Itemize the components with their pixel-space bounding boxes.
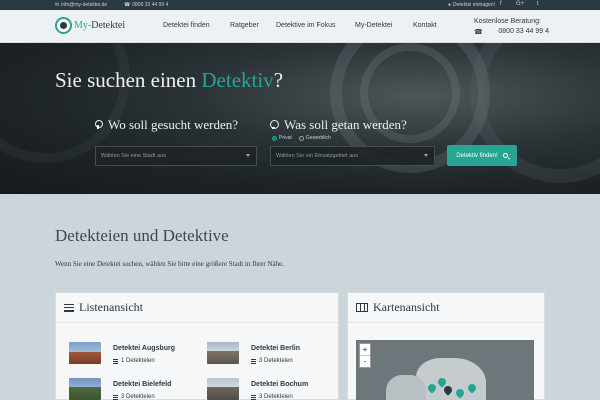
- city-thumbnail: [207, 378, 239, 400]
- city-thumbnail: [69, 378, 101, 400]
- lightbulb-icon: [270, 120, 279, 130]
- topbar-register-text: Detektei eintragen!: [453, 2, 496, 8]
- envelope-icon: ✉: [55, 1, 60, 8]
- radio-private[interactable]: Privat: [272, 135, 292, 141]
- map-view-panel: Kartenansicht + -: [347, 292, 545, 400]
- city-count: 3 Detekteien: [251, 358, 300, 364]
- city-name: Detektei Bochum: [251, 381, 309, 388]
- zoom-out-button[interactable]: -: [360, 355, 370, 367]
- list-icon: [251, 358, 256, 364]
- map-icon: [356, 303, 368, 312]
- logo[interactable]: My-Detektei: [55, 17, 125, 34]
- city-count: 3 Detekteien: [251, 394, 308, 400]
- map-canvas[interactable]: + -: [356, 340, 534, 400]
- city-card-bielefeld[interactable]: Detektei Bielefeld 3 Detekteien: [69, 378, 171, 400]
- radio-business[interactable]: Gewerblich: [298, 135, 331, 141]
- phone-icon: ☎: [474, 29, 483, 36]
- find-detective-button[interactable]: Detektiv finden!: [447, 145, 517, 166]
- logo-text: My-Detektei: [74, 20, 126, 31]
- topbar-email-text: info@my-detektei.de: [61, 2, 108, 8]
- map-region: [416, 358, 486, 400]
- phone-icon: ☎: [124, 1, 131, 8]
- nav-item-ratgeber[interactable]: Ratgeber: [230, 22, 259, 29]
- nav-item-detektive-im-fokus[interactable]: Detektive im Fokus: [276, 22, 336, 29]
- list-icon: [113, 394, 118, 400]
- city-count: 3 Detekteien: [113, 394, 171, 400]
- topbar-phone-text: 0800 33 44 99 4: [132, 2, 169, 8]
- topbar-register-link[interactable]: ● Detektei eintragen!: [448, 2, 495, 8]
- city-count: 1 Detekteien: [113, 358, 175, 364]
- chevron-down-icon: [246, 154, 250, 157]
- facebook-icon[interactable]: f: [500, 1, 502, 7]
- radio-dot: [272, 135, 277, 141]
- city-name: Detektei Berlin: [251, 345, 301, 352]
- area-select[interactable]: Wählen Sie ein Einsatzgebiet aus: [270, 146, 435, 166]
- consultation-label: Kostenlose Beratung:: [474, 18, 541, 25]
- where-label: Wo soll gesucht werden?: [95, 117, 238, 133]
- map-region: [386, 375, 426, 400]
- section-title: Detekteien und Detektive: [55, 226, 229, 245]
- radio-dot: [298, 135, 304, 141]
- city-card-berlin[interactable]: Detektei Berlin 3 Detekteien: [207, 342, 300, 364]
- chevron-down-icon: [424, 154, 428, 157]
- consultation-phone: 0800 33 44 99 4: [498, 28, 549, 35]
- intro-text: Wenn Sie eine Detektei suchen, wählen Si…: [55, 260, 284, 268]
- nav-item-detektei-finden[interactable]: Detektei finden: [163, 22, 210, 29]
- city-name: Detektei Augsburg: [113, 345, 175, 352]
- list-icon: [113, 358, 118, 364]
- what-label: Was soll getan werden?: [270, 117, 407, 133]
- topbar-phone[interactable]: ☎ 0800 33 44 99 4: [124, 2, 168, 8]
- zoom-in-button[interactable]: +: [360, 344, 370, 355]
- list-icon: [251, 394, 256, 400]
- list-view-panel: Listenansicht Detektei Augsburg 1 Detekt…: [55, 292, 339, 400]
- city-thumbnail: [207, 342, 239, 364]
- city-name: Detektei Bielefeld: [113, 381, 172, 388]
- free-consultation[interactable]: Kostenlose Beratung: ☎ 0800 33 44 99 4: [474, 18, 549, 36]
- hero-headline: Sie suchen einen Detektiv?: [55, 68, 284, 92]
- topbar-email[interactable]: ✉ info@my-detektei.de: [55, 2, 107, 8]
- search-icon: [502, 153, 508, 158]
- nav-item-my-detektei[interactable]: My-Detektei: [355, 22, 392, 29]
- twitter-icon[interactable]: t: [537, 1, 539, 7]
- city-select[interactable]: Wählen Sie eine Stadt aus: [95, 146, 257, 166]
- list-view-header: Listenansicht: [56, 293, 338, 323]
- google-plus-icon[interactable]: G+: [516, 1, 524, 7]
- map-view-header: Kartenansicht: [348, 293, 544, 323]
- user-icon: ●: [448, 1, 452, 8]
- hero-search: Sie suchen einen Detektiv? Wo soll gesuc…: [0, 43, 600, 194]
- zoom-control: + -: [359, 343, 371, 368]
- map-marker-icon: [95, 120, 103, 130]
- logo-icon: [55, 17, 72, 34]
- nav-item-kontakt[interactable]: Kontakt: [413, 22, 437, 29]
- city-thumbnail: [69, 342, 101, 364]
- list-icon: [64, 303, 74, 312]
- client-type-radios: Privat Gewerblich: [272, 135, 331, 141]
- top-bar: ✉ info@my-detektei.de ☎ 0800 33 44 99 4 …: [0, 0, 600, 10]
- hero-background-lens: [0, 43, 130, 163]
- city-card-bochum[interactable]: Detektei Bochum 3 Detekteien: [207, 378, 308, 400]
- main-nav: My-Detektei Detektei finden Ratgeber Det…: [0, 10, 600, 43]
- city-card-augsburg[interactable]: Detektei Augsburg 1 Detekteien: [69, 342, 175, 364]
